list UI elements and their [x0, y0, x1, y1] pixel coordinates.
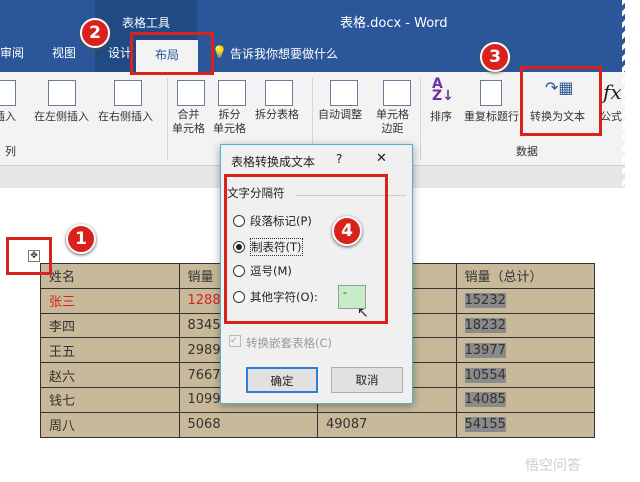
help-button[interactable]: ?	[336, 152, 342, 166]
split-cells-icon	[218, 80, 246, 106]
repeat-header-icon	[480, 80, 502, 106]
label: 单元格	[172, 122, 205, 135]
annotation-box-3	[520, 66, 602, 136]
tell-me-text: 告诉我你想要做什么	[229, 47, 338, 61]
annotation-box-4	[224, 174, 388, 324]
merge-cells-button[interactable]: 合并 单元格	[172, 108, 205, 136]
label: 单元格	[376, 108, 409, 121]
formula-icon: fx	[603, 80, 622, 104]
cell[interactable]: 李四	[40, 312, 180, 339]
cell-margins-button[interactable]: 单元格 边距	[376, 108, 409, 136]
insert-right-button[interactable]: 在右侧插入	[98, 110, 153, 124]
window-title: 表格.docx - Word	[340, 16, 448, 31]
tell-me-box[interactable]: 💡 告诉我你想要做什么	[212, 45, 338, 62]
annotation-box-1	[6, 237, 52, 275]
context-tab-group-label: 表格工具	[122, 16, 171, 30]
cell[interactable]: 钱七	[40, 386, 180, 413]
label: 拆分	[218, 108, 241, 121]
label: 边距	[381, 122, 404, 135]
insert-left-button[interactable]: 在左侧插入	[34, 110, 89, 124]
merge-cells-icon	[177, 80, 205, 106]
cell[interactable]: 赵六	[40, 362, 180, 388]
header-cell[interactable]: 姓名	[40, 263, 180, 289]
label: 合并	[177, 108, 200, 121]
cell[interactable]: 14085	[464, 392, 506, 408]
insert-below-button[interactable]: 插入	[0, 110, 16, 124]
tab-design[interactable]: 设计	[108, 44, 132, 61]
cell-margins-icon	[383, 80, 411, 106]
watermark: 悟空问答	[525, 458, 581, 474]
torn-edge	[622, 0, 640, 482]
close-icon[interactable]: ✕	[376, 151, 387, 166]
group-label-data: 数据	[516, 145, 538, 158]
sort-icon: A Z↓	[432, 76, 454, 104]
repeat-header-button[interactable]: 重复标题行	[464, 110, 519, 124]
header-cell[interactable]: 销量（总计）	[455, 263, 595, 289]
step-badge-1: 1	[66, 224, 96, 254]
checkbox-icon: ✓	[229, 335, 241, 347]
split-table-button[interactable]: 拆分表格	[255, 108, 299, 122]
cell[interactable]: 13977	[464, 342, 506, 358]
lightbulb-icon: 💡	[212, 45, 227, 59]
cell[interactable]: 18232	[464, 317, 506, 333]
nested-tables-checkbox[interactable]: ✓ 转换嵌套表格(C)	[229, 335, 332, 351]
group-label-rows-cols: 列	[5, 145, 16, 158]
annotation-box-2	[130, 32, 214, 75]
step-badge-4: 4	[332, 216, 362, 246]
autofit-button[interactable]: 自动调整	[318, 108, 362, 122]
label: 单元格	[213, 122, 246, 135]
autofit-icon	[330, 80, 358, 106]
cancel-button[interactable]: 取消	[331, 367, 403, 393]
cell[interactable]: 15232	[464, 293, 506, 309]
insert-below-icon	[0, 80, 16, 106]
dialog-title: 表格转换成文本	[231, 155, 316, 169]
cell[interactable]: 5068	[178, 411, 318, 438]
tab-review[interactable]: 审阅	[0, 44, 24, 61]
cell[interactable]: 王五	[40, 337, 180, 364]
sort-button[interactable]: 排序	[430, 110, 452, 124]
table-row: 周八 5068 49087 54155	[40, 411, 595, 438]
cell[interactable]: 张三	[40, 287, 180, 314]
step-badge-2: 2	[80, 18, 110, 48]
step-badge-3: 3	[480, 42, 510, 72]
insert-left-icon	[48, 80, 76, 106]
split-cells-button[interactable]: 拆分 单元格	[213, 108, 246, 136]
cell[interactable]: 54155	[464, 417, 506, 433]
ok-button[interactable]: 确定	[246, 367, 318, 393]
insert-right-icon	[114, 80, 142, 106]
cell[interactable]: 49087	[317, 411, 457, 438]
split-table-icon	[265, 80, 293, 106]
cell[interactable]: 10554	[464, 367, 506, 383]
formula-button[interactable]: 公式	[600, 110, 622, 124]
label: 转换嵌套表格(C)	[246, 336, 333, 350]
tab-view[interactable]: 视图	[52, 44, 76, 61]
cell[interactable]: 周八	[40, 411, 180, 438]
